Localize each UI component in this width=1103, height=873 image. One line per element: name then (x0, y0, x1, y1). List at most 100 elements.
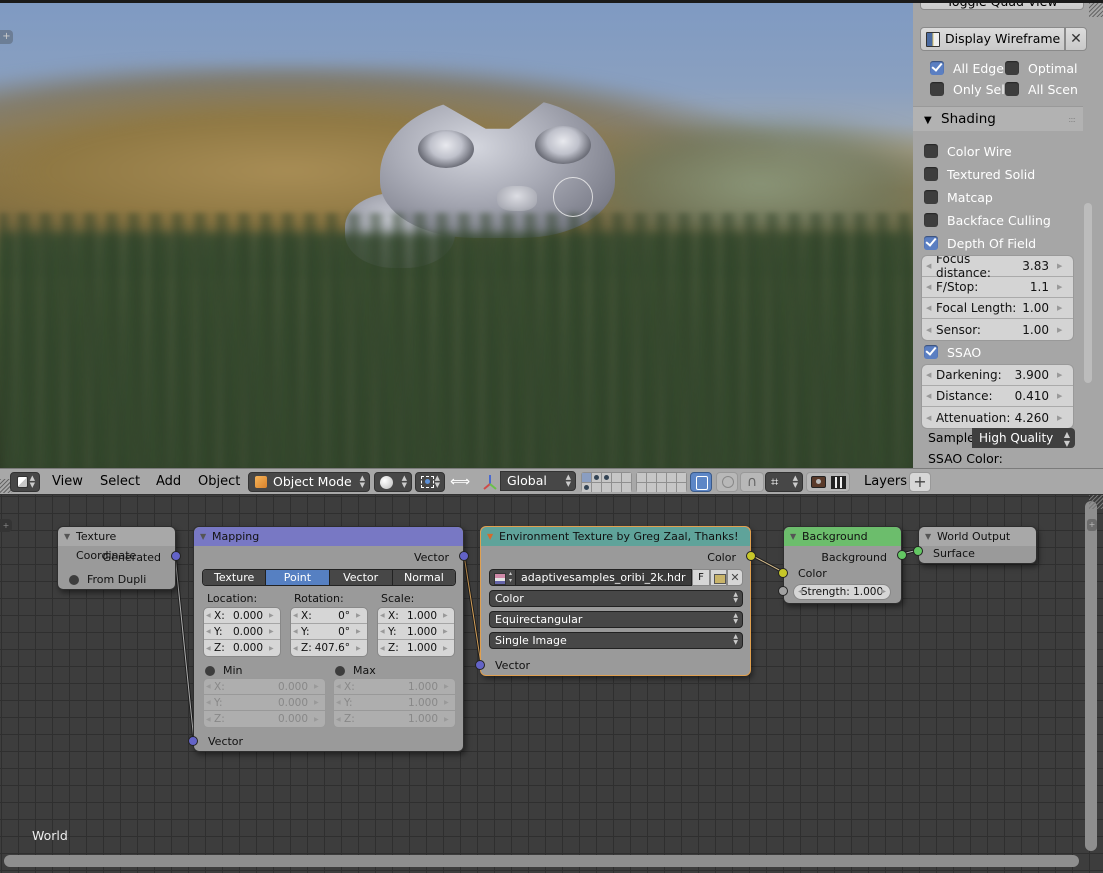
focal-length-field[interactable]: ◀ Focal Length: 1.00 ▶ (922, 298, 1073, 319)
texture-coordinate-node[interactable]: ▼ Texture Coordinate Generated From Dupl… (57, 526, 181, 590)
mapping-type-vector[interactable]: Vector (329, 570, 393, 585)
focus-distance-field[interactable]: ◀ Focus distance: 3.83 ▶ (922, 256, 1073, 280)
transform-axes-icon[interactable] (482, 474, 498, 490)
increment-arrow-icon[interactable]: ▶ (1057, 392, 1067, 400)
mapping-type-texture[interactable]: Texture (203, 570, 267, 585)
node-header[interactable]: ▼ Background (784, 527, 901, 546)
samples-dropdown[interactable]: High Quality ▲ ▼ (972, 428, 1075, 448)
toolshelf-expand-icon[interactable]: + (0, 519, 12, 532)
sensor-field[interactable]: ◀ Sensor: 1.00 ▶ (922, 319, 1073, 340)
panel-grip-icon[interactable]: :::: (1068, 107, 1076, 132)
vector-input-socket[interactable] (475, 660, 485, 670)
toggle-quad-view-button[interactable]: Toggle Quad View (920, 3, 1084, 10)
min-x-field[interactable]: ◀ X: 0.000 ▶ (204, 679, 325, 695)
increment-arrow-icon[interactable]: ▶ (1057, 304, 1067, 312)
layer-button[interactable] (592, 473, 601, 482)
world-output-node[interactable]: ▼ World Output Surface (913, 526, 1037, 564)
color-output-socket[interactable] (746, 551, 756, 561)
transform-orientation-dropdown[interactable]: Global ▲ ▼ (500, 471, 576, 491)
3d-viewport[interactable]: + (0, 0, 913, 468)
properties-expand-icon[interactable]: + (1087, 519, 1097, 531)
vector-input-socket[interactable] (188, 736, 198, 746)
collapse-triangle-icon[interactable]: ▼ (790, 527, 796, 546)
menu-add[interactable]: Add (156, 474, 181, 489)
image-name-field[interactable]: adaptivesamples_oribi_2k.hdr (516, 569, 692, 586)
mapping-type-normal[interactable]: Normal (392, 570, 455, 585)
display-wireframe-close-button[interactable]: ✕ (1065, 27, 1087, 51)
darkening-field[interactable]: ◀ Darkening: 3.900 ▶ (922, 365, 1073, 386)
pivot-point-dropdown[interactable]: ▲ ▼ (415, 472, 445, 492)
toolshelf-expand-icon[interactable]: + (0, 30, 13, 44)
background-output-socket[interactable] (897, 550, 907, 560)
vertical-scrollbar[interactable] (1085, 501, 1097, 851)
layer-button[interactable] (612, 483, 621, 492)
scene-layers-group-1[interactable] (581, 472, 632, 492)
layer-button[interactable] (677, 483, 686, 492)
layer-button[interactable] (612, 473, 621, 482)
interaction-mode-dropdown[interactable]: Object Mode ▲ ▼ (248, 472, 370, 492)
node-header[interactable]: ▼ Environment Texture by Greg Zaal, Than… (481, 527, 750, 546)
increment-arrow-icon[interactable]: ▶ (1057, 326, 1067, 334)
area-split-corner[interactable] (1089, 495, 1103, 509)
area-split-corner[interactable] (1089, 3, 1103, 17)
fake-user-button[interactable]: F (692, 569, 710, 586)
all-edge-checkbox[interactable]: All Edge (930, 59, 1004, 77)
attenuation-field[interactable]: ◀ Attenuation: 4.260 ▶ (922, 407, 1073, 428)
location-x-field[interactable]: ◀ X: 0.000 ▶ (204, 608, 280, 624)
decrement-arrow-icon[interactable]: ◀ (926, 392, 936, 400)
use-max-toggle[interactable]: Max (335, 664, 376, 677)
collapse-triangle-icon[interactable]: ▼ (925, 527, 931, 546)
background-node[interactable]: ▼ Background Background Color ◀ Strength… (778, 526, 907, 604)
from-dupli-toggle[interactable]: From Dupli (69, 573, 146, 586)
decrement-arrow-icon[interactable]: ◀ (926, 304, 936, 312)
use-min-toggle[interactable]: Min (205, 664, 243, 677)
depth-of-field-checkbox[interactable]: Depth Of Field (924, 234, 1036, 252)
node-header[interactable]: ▼ World Output (919, 527, 1036, 546)
image-source-dropdown[interactable]: Single Image ▲ ▼ (489, 632, 743, 649)
collapse-triangle-icon[interactable]: ▼ (200, 527, 206, 546)
location-y-field[interactable]: ◀ Y: 0.000 ▶ (204, 624, 280, 640)
editor-type-dropdown[interactable]: ▲ ▼ (10, 472, 40, 492)
strength-input-socket[interactable] (778, 586, 788, 596)
layer-button[interactable] (667, 473, 676, 482)
mapping-node[interactable]: ▼ Mapping Vector Texture Point Vector No… (188, 526, 469, 752)
layer-button[interactable] (622, 473, 631, 482)
display-wireframe-button[interactable]: Display Wireframe (920, 27, 1065, 51)
rotation-z-field[interactable]: ◀ Z: 407.6° ▶ (291, 640, 367, 656)
image-browse-icon[interactable] (489, 569, 516, 586)
decrement-arrow-icon[interactable]: ◀ (926, 262, 936, 270)
layer-button[interactable] (657, 473, 666, 482)
backface-culling-checkbox[interactable]: Backface Culling (924, 211, 1051, 229)
scale-x-field[interactable]: ◀ X: 1.000 ▶ (378, 608, 454, 624)
max-z-field[interactable]: ◀ Z: 1.000 ▶ (334, 711, 455, 727)
open-image-folder-icon[interactable] (710, 569, 727, 586)
add-layer-button[interactable]: + (909, 472, 931, 492)
only-sel-checkbox[interactable]: Only Sel (930, 80, 1005, 98)
environment-texture-node[interactable]: ▼ Environment Texture by Greg Zaal, Than… (475, 526, 756, 676)
viewport-shading-dropdown[interactable]: ▲ ▼ (374, 472, 412, 492)
increment-arrow-icon[interactable]: ▶ (1057, 414, 1067, 422)
scale-z-field[interactable]: ◀ Z: 1.000 ▶ (378, 640, 454, 656)
decrement-arrow-icon[interactable]: ◀ (926, 371, 936, 379)
layer-button[interactable] (647, 483, 656, 492)
node-header[interactable]: ▼ Texture Coordinate (58, 527, 175, 562)
layer-button[interactable] (657, 483, 666, 492)
increment-arrow-icon[interactable]: ▶ (1057, 262, 1067, 270)
color-wire-checkbox[interactable]: Color Wire (924, 142, 1012, 160)
max-x-field[interactable]: ◀ X: 1.000 ▶ (334, 679, 455, 695)
all-scen-checkbox[interactable]: All Scen (1005, 80, 1078, 98)
snap-magnet-button[interactable]: ∩ (740, 472, 764, 492)
generated-output-socket[interactable] (171, 551, 181, 561)
unlink-image-button[interactable]: ✕ (727, 569, 743, 586)
ssao-checkbox[interactable]: SSAO (924, 343, 981, 361)
decrement-arrow-icon[interactable]: ◀ (926, 283, 936, 291)
layer-button[interactable] (647, 473, 656, 482)
menu-view[interactable]: View (52, 474, 83, 489)
min-y-field[interactable]: ◀ Y: 0.000 ▶ (204, 695, 325, 711)
color-input-socket[interactable] (778, 568, 788, 578)
proportional-editing-button[interactable] (716, 472, 738, 492)
increment-arrow-icon[interactable]: ▶ (1057, 283, 1067, 291)
lock-camera-layers-button[interactable] (690, 472, 712, 492)
color-space-dropdown[interactable]: Color ▲ ▼ (489, 590, 743, 607)
min-z-field[interactable]: ◀ Z: 0.000 ▶ (204, 711, 325, 727)
